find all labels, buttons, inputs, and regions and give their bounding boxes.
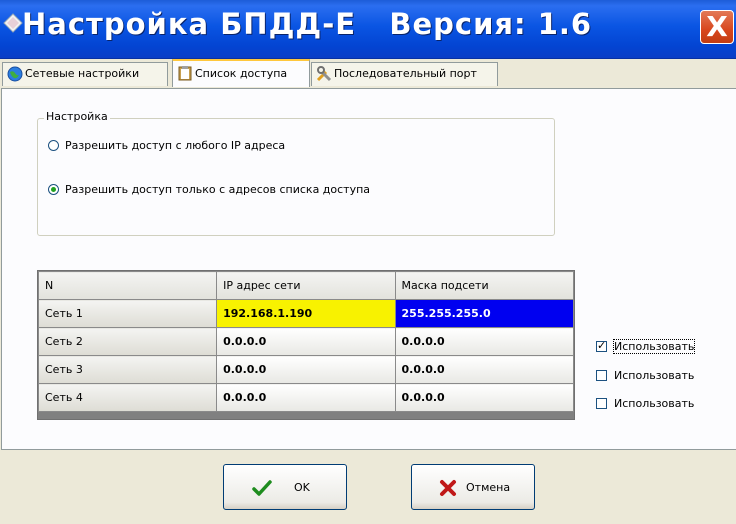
tab-network-settings[interactable]: Сетевые настройки	[2, 62, 168, 86]
ok-label: OK	[294, 481, 310, 494]
table-row: Сеть 1 192.168.1.190 255.255.255.0	[37, 299, 575, 328]
radio-allow-access-list-only[interactable]: Разрешить доступ только с адресов списка…	[48, 183, 370, 196]
use-checkbox-row-3[interactable]: Использовать	[596, 369, 694, 382]
checkbox-label: Использовать	[614, 397, 695, 410]
radio-label: Разрешить доступ с любого IP адреса	[65, 139, 286, 152]
tools-icon	[316, 66, 332, 82]
use-checkbox-row-4[interactable]: Использовать	[596, 397, 694, 410]
table-row: Сеть 4 0.0.0.0 0.0.0.0	[37, 383, 575, 412]
radio-label: Разрешить доступ только с адресов списка…	[65, 183, 371, 196]
close-button[interactable]: X	[700, 10, 734, 44]
row-header: Сеть 1	[37, 299, 218, 328]
window-title: Настройка БПДД-Е Версия: 1.6	[22, 7, 593, 41]
tab-label: Список доступа	[195, 67, 288, 80]
ip-cell[interactable]: 0.0.0.0	[216, 327, 396, 356]
cross-icon	[440, 480, 456, 496]
access-table: N IP адрес сети Маска подсети Сеть 1 192…	[37, 270, 575, 420]
column-header-ip[interactable]: IP адрес сети	[216, 271, 396, 300]
cancel-button[interactable]: Отмена	[411, 464, 535, 510]
radio-button[interactable]	[48, 184, 59, 195]
table-header-row: N IP адрес сети Маска подсети	[37, 271, 575, 300]
ip-cell[interactable]: 0.0.0.0	[216, 355, 396, 384]
mask-cell[interactable]: 0.0.0.0	[394, 327, 575, 356]
checkmark-icon	[252, 480, 272, 496]
mask-cell[interactable]: 255.255.255.0	[394, 299, 575, 328]
column-header-mask[interactable]: Маска подсети	[394, 271, 575, 300]
radio-button[interactable]	[48, 140, 59, 151]
tab-strip: Сетевые настройки Список доступа Последо…	[0, 58, 736, 88]
ok-button[interactable]: OK	[223, 464, 347, 510]
close-icon: X	[706, 10, 728, 43]
table-row: Сеть 2 0.0.0.0 0.0.0.0	[37, 327, 575, 356]
settings-groupbox	[37, 118, 555, 236]
tab-serial-port[interactable]: Последовательный порт	[311, 62, 498, 86]
clipboard-icon	[178, 66, 192, 81]
ip-cell[interactable]: 0.0.0.0	[216, 383, 396, 412]
row-header: Сеть 4	[37, 383, 218, 412]
checkbox[interactable]	[596, 370, 607, 381]
tab-label: Сетевые настройки	[25, 67, 140, 80]
checkbox[interactable]	[596, 339, 607, 352]
tab-label: Последовательный порт	[334, 67, 477, 80]
column-header-n[interactable]: N	[37, 271, 218, 300]
mask-cell[interactable]: 0.0.0.0	[394, 383, 575, 412]
row-header: Сеть 2	[37, 327, 218, 356]
cancel-label: Отмена	[466, 481, 511, 494]
use-checkbox-row-2[interactable]: Использовать	[596, 339, 696, 354]
tab-access-list[interactable]: Список доступа	[172, 59, 310, 87]
title-bar: Настройка БПДД-Е Версия: 1.6 X	[0, 0, 736, 59]
settings-group-title: Настройка	[44, 110, 110, 123]
mask-cell[interactable]: 0.0.0.0	[394, 355, 575, 384]
checkbox-label: Использовать	[614, 369, 695, 382]
radio-allow-any-ip[interactable]: Разрешить доступ с любого IP адреса	[48, 139, 285, 152]
globe-icon	[7, 66, 23, 82]
ip-cell[interactable]: 192.168.1.190	[216, 299, 396, 328]
row-header: Сеть 3	[37, 355, 218, 384]
table-row: Сеть 3 0.0.0.0 0.0.0.0	[37, 355, 575, 384]
checkbox[interactable]	[596, 398, 607, 409]
checkbox-label: Использовать	[612, 339, 696, 354]
app-diamond-icon	[3, 13, 23, 33]
